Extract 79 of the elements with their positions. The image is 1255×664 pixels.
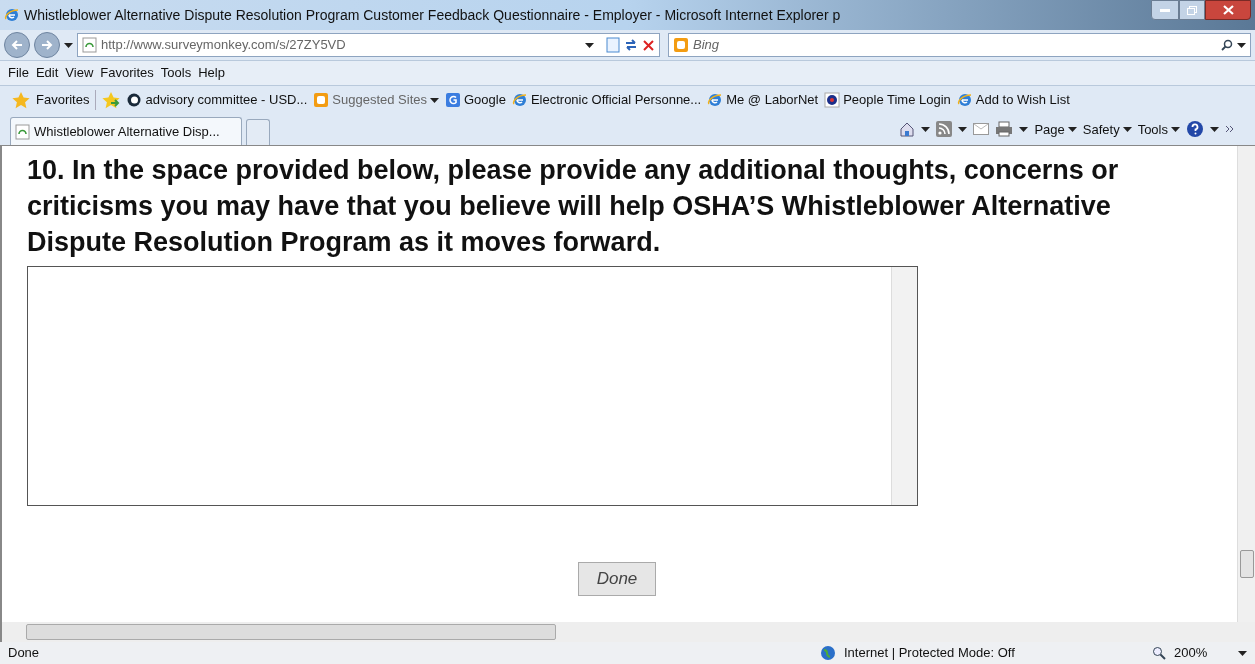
- seal-icon: [824, 92, 841, 108]
- window-title: Whistleblower Alternative Dispute Resolution Program Customer Feedback Questionnaire - Employer - Microsoft Internet Explorer p: [24, 5, 842, 25]
- browser-tab[interactable]: Whistleblower Alternative Disp...: [10, 117, 242, 145]
- caret-icon: [1067, 126, 1077, 132]
- menu-item[interactable]: Tools: [160, 63, 192, 83]
- stop-icon[interactable]: [642, 38, 655, 52]
- favorite-link[interactable]: Add to Wish List: [975, 90, 1070, 110]
- question-text: 10. In the space provided below, please provide any additional thoughts, concerns or criticisms you may have that you believe will help OSHA’S Whistleblower Alternative Dispute Resolution Program as it moves forward.: [27, 154, 1120, 259]
- caret-icon: [1237, 42, 1246, 48]
- search-field[interactable]: Bing: [668, 33, 1251, 57]
- refresh-icon[interactable]: [624, 38, 638, 52]
- command-menu[interactable]: Tools: [1137, 119, 1168, 139]
- status-text: Done: [8, 644, 41, 663]
- favorites-button[interactable]: Favorites: [36, 90, 90, 110]
- search-icon[interactable]: [1221, 39, 1233, 51]
- rss-icon[interactable]: [936, 121, 953, 138]
- globe-e-icon: [4, 7, 20, 23]
- favorite-link[interactable]: Suggested Sites: [332, 90, 427, 110]
- page-icon: [15, 123, 30, 140]
- restore-icon: [1187, 5, 1197, 15]
- chevron-icon[interactable]: [1225, 125, 1235, 134]
- caret-icon: [1238, 650, 1247, 656]
- add-favorite-star-icon[interactable]: [102, 91, 121, 109]
- help-icon[interactable]: [1186, 120, 1204, 139]
- menu-item[interactable]: View: [65, 63, 94, 83]
- zone-text: Internet | Protected Mode: Off: [844, 644, 1016, 663]
- new-tab-button[interactable]: [246, 119, 270, 145]
- scrollbar[interactable]: [891, 267, 917, 505]
- zoom-level[interactable]: 200%: [1174, 643, 1230, 663]
- mail-icon[interactable]: [973, 123, 990, 136]
- close-icon: [1222, 5, 1234, 15]
- done-button[interactable]: Done: [578, 562, 656, 596]
- globe-icon: [820, 645, 836, 661]
- favorite-link[interactable]: Google: [464, 90, 506, 110]
- globe-e-icon: [511, 92, 528, 108]
- vertical-scrollbar[interactable]: [1237, 146, 1255, 622]
- favorite-link[interactable]: Me @ LaborNet: [726, 90, 819, 110]
- page-icon: [82, 37, 97, 53]
- favorite-link[interactable]: advisory committee - USD...: [145, 90, 308, 110]
- favorite-link[interactable]: People Time Login: [843, 90, 951, 110]
- star-icon: [12, 91, 30, 109]
- horizontal-scrollbar[interactable]: [26, 624, 556, 640]
- caret-icon: [958, 126, 968, 132]
- ring-icon: [126, 92, 143, 108]
- caret-icon: [1210, 126, 1219, 132]
- caret-icon: [1122, 126, 1132, 132]
- command-menu[interactable]: Page: [1034, 119, 1065, 139]
- caret-icon: [1171, 126, 1180, 132]
- globe-e-icon: [707, 92, 724, 108]
- forward-button[interactable]: [34, 32, 60, 58]
- home-icon[interactable]: [899, 121, 916, 138]
- restore-button[interactable]: [1179, 0, 1205, 20]
- caret-icon: [921, 126, 931, 132]
- favorite-link[interactable]: Electronic Official Personne...: [530, 90, 702, 110]
- minimize-icon: [1160, 8, 1170, 12]
- close-button[interactable]: [1205, 0, 1251, 20]
- scroll-thumb[interactable]: [1239, 550, 1254, 578]
- zoom-icon[interactable]: [1152, 646, 1166, 660]
- caret-icon: [1019, 126, 1029, 132]
- url-text: http://www.surveymonkey.com/s/27ZY5VD: [101, 36, 347, 55]
- back-arrow-icon: [11, 40, 23, 50]
- caret-icon: [64, 42, 73, 48]
- g-square-icon: [445, 92, 461, 108]
- printer-icon[interactable]: [995, 121, 1014, 138]
- menu-item[interactable]: Edit: [35, 63, 59, 83]
- back-button[interactable]: [4, 32, 30, 58]
- caret-icon: [430, 97, 439, 103]
- menu-item[interactable]: Help: [198, 63, 225, 83]
- menu-item[interactable]: Favorites: [100, 63, 154, 83]
- globe-e-icon: [956, 92, 973, 108]
- minimize-button[interactable]: [1151, 0, 1179, 20]
- b-square-icon: [313, 92, 330, 108]
- b-square-icon: [673, 37, 689, 53]
- forward-arrow-icon: [41, 40, 53, 50]
- menu-item[interactable]: File: [8, 63, 29, 83]
- address-field[interactable]: http://www.surveymonkey.com/s/27ZY5VD: [77, 33, 660, 57]
- caret-icon: [585, 42, 594, 48]
- command-menu[interactable]: Safety: [1082, 119, 1120, 139]
- search-input[interactable]: Bing: [693, 35, 1217, 55]
